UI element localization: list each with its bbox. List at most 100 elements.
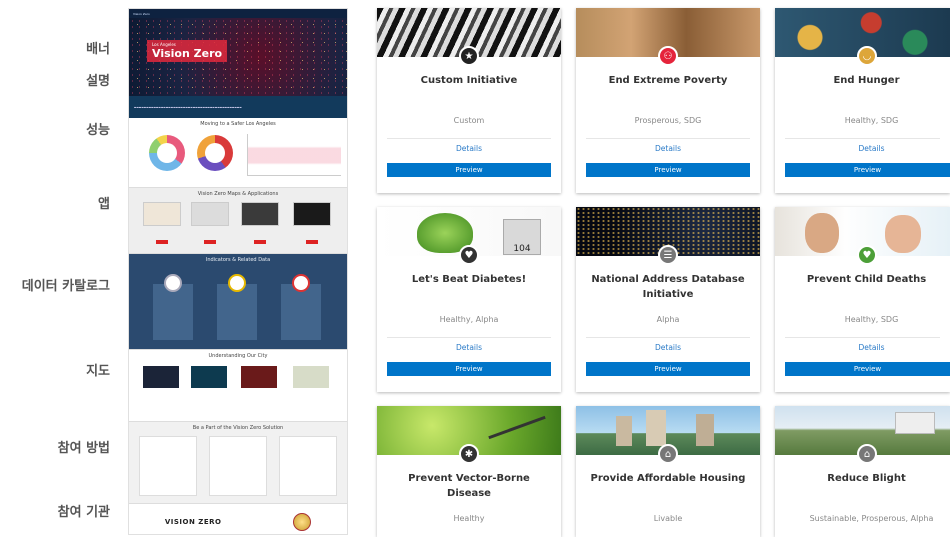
card-tags: Alpha	[656, 315, 680, 324]
heartbeat-icon: ♥	[459, 245, 479, 265]
doctor-photo	[805, 213, 839, 253]
map-thumbnail[interactable]	[293, 366, 329, 388]
people-icon: ⚇	[658, 46, 678, 66]
initiative-card: ⚇ End Extreme Poverty Prosperous, SDG De…	[576, 8, 760, 193]
mosquito-photo	[488, 415, 546, 440]
house-photo	[895, 412, 935, 434]
building-photo	[696, 414, 714, 446]
bus-icon	[228, 274, 246, 292]
shield-icon	[164, 274, 182, 292]
card-tags: Healthy	[453, 514, 485, 523]
building-photo	[646, 410, 666, 446]
data-category[interactable]	[281, 274, 321, 340]
map-thumbnail[interactable]	[191, 366, 227, 388]
briefcase-icon	[292, 274, 310, 292]
label-data-catalog: 데이터 카탈로그	[21, 279, 110, 294]
app-open-button[interactable]	[204, 240, 216, 244]
card-tags: Sustainable, Prosperous, Alpha	[809, 514, 934, 523]
initiative-page-preview: Vision Zero Los Angeles Vision Zero ▬▬▬▬…	[128, 8, 348, 535]
preview-button[interactable]: Preview	[387, 163, 551, 177]
card-divider	[586, 337, 750, 338]
preview-maps: Understanding Our City	[129, 350, 347, 422]
card-title: Custom Initiative	[420, 75, 518, 86]
initiative-card: 104 ♥ Let's Beat Diabetes! Healthy, Alph…	[377, 207, 561, 392]
card-tags: Custom	[453, 116, 485, 125]
label-maps: 지도	[86, 364, 110, 379]
preview-data-catalog: Indicators & Related Data	[129, 254, 347, 350]
card-divider	[387, 138, 551, 139]
card-divider	[387, 337, 551, 338]
building-photo	[616, 416, 632, 446]
vision-zero-logo: VISION ZERO	[164, 518, 222, 526]
details-link[interactable]: Details	[793, 144, 950, 153]
label-participating-orgs: 참여 기관	[57, 505, 110, 520]
label-performance: 성능	[86, 123, 110, 138]
details-link[interactable]: Details	[576, 343, 760, 352]
preview-button[interactable]: Preview	[785, 163, 950, 177]
line-chart	[247, 134, 341, 176]
child-photo	[885, 215, 921, 253]
app-thumbnail[interactable]	[293, 202, 331, 226]
initiative-card: ★ Custom Initiative Custom Details Previ…	[377, 8, 561, 193]
card-tags: Healthy, Alpha	[439, 315, 499, 324]
preview-button[interactable]: Preview	[785, 362, 950, 376]
bug-icon: ✱	[459, 444, 479, 464]
label-apps: 앱	[98, 197, 110, 212]
app-open-button[interactable]	[306, 240, 318, 244]
card-divider	[785, 138, 940, 139]
card-tags: Healthy, SDG	[844, 315, 899, 324]
house-icon: ⌂	[658, 444, 678, 464]
app-thumbnail[interactable]	[191, 202, 229, 226]
app-open-button[interactable]	[254, 240, 266, 244]
initiative-card: ✱ Prevent Vector-Borne Disease Healthy	[377, 406, 561, 537]
section-labels: 배너 설명 성능 앱 데이터 카탈로그 지도 참여 방법 참여 기관	[0, 0, 118, 537]
donut-chart	[149, 135, 185, 171]
preview-button[interactable]: Preview	[586, 362, 750, 376]
preview-description: ▬▬▬▬▬▬▬▬▬▬▬▬▬▬▬▬▬▬▬▬▬▬▬▬▬▬▬▬▬▬▬▬▬▬▬▬▬▬▬▬…	[129, 96, 347, 118]
preview-participating-orgs: VISION ZERO	[129, 504, 347, 534]
initiative-card: ♥ Prevent Child Deaths Healthy, SDG Deta…	[775, 207, 950, 392]
news-column	[209, 436, 267, 496]
vision-zero-banner-logo: Los Angeles Vision Zero	[147, 40, 228, 62]
map-thumbnail[interactable]	[143, 366, 179, 388]
details-link[interactable]: Details	[576, 144, 760, 153]
social-column	[139, 436, 197, 496]
city-seal-icon	[293, 513, 312, 531]
map-thumbnail[interactable]	[241, 366, 277, 388]
card-divider	[785, 337, 940, 338]
card-title: Reduce Blight	[827, 473, 906, 484]
data-category[interactable]	[153, 274, 193, 340]
card-divider	[586, 138, 750, 139]
preview-button[interactable]: Preview	[586, 163, 750, 177]
heartbeat-icon: ♥	[857, 245, 877, 265]
details-link[interactable]: Details	[793, 343, 950, 352]
initiative-card: ⌂ Provide Affordable Housing Livable	[576, 406, 760, 537]
banner-title: Vision Zero	[152, 47, 223, 60]
preview-performance: Moving to a Safer Los Angeles	[129, 118, 347, 188]
card-title: National Address Database Initiative	[591, 274, 745, 300]
details-link[interactable]: Details	[377, 144, 561, 153]
app-thumbnail[interactable]	[143, 202, 181, 226]
label-description: 설명	[86, 74, 110, 89]
card-title: End Hunger	[833, 75, 900, 86]
label-how-to-join: 참여 방법	[57, 441, 110, 456]
donut-chart	[197, 135, 233, 171]
card-tags: Livable	[653, 514, 683, 523]
initiative-card: ☰ National Address Database Initiative A…	[576, 207, 760, 392]
star-icon: ★	[459, 46, 479, 66]
app-open-button[interactable]	[156, 240, 168, 244]
database-icon: ☰	[658, 245, 678, 265]
app-thumbnail[interactable]	[241, 202, 279, 226]
data-category[interactable]	[217, 274, 257, 340]
initiative-card: ◡ End Hunger Healthy, SDG Details Previe…	[775, 8, 950, 193]
spread-word-column	[279, 436, 337, 496]
card-tags: Healthy, SDG	[844, 116, 899, 125]
card-title: Provide Affordable Housing	[590, 473, 746, 484]
preview-nav-item: Vision Zero	[133, 11, 150, 16]
house-icon: ⌂	[857, 444, 877, 464]
details-link[interactable]: Details	[377, 343, 561, 352]
preview-button[interactable]: Preview	[387, 362, 551, 376]
preview-how-to-join: Be a Part of the Vision Zero Solution	[129, 422, 347, 504]
performance-title: Moving to a Safer Los Angeles	[200, 121, 276, 127]
apps-title: Vision Zero Maps & Applications	[197, 191, 279, 197]
